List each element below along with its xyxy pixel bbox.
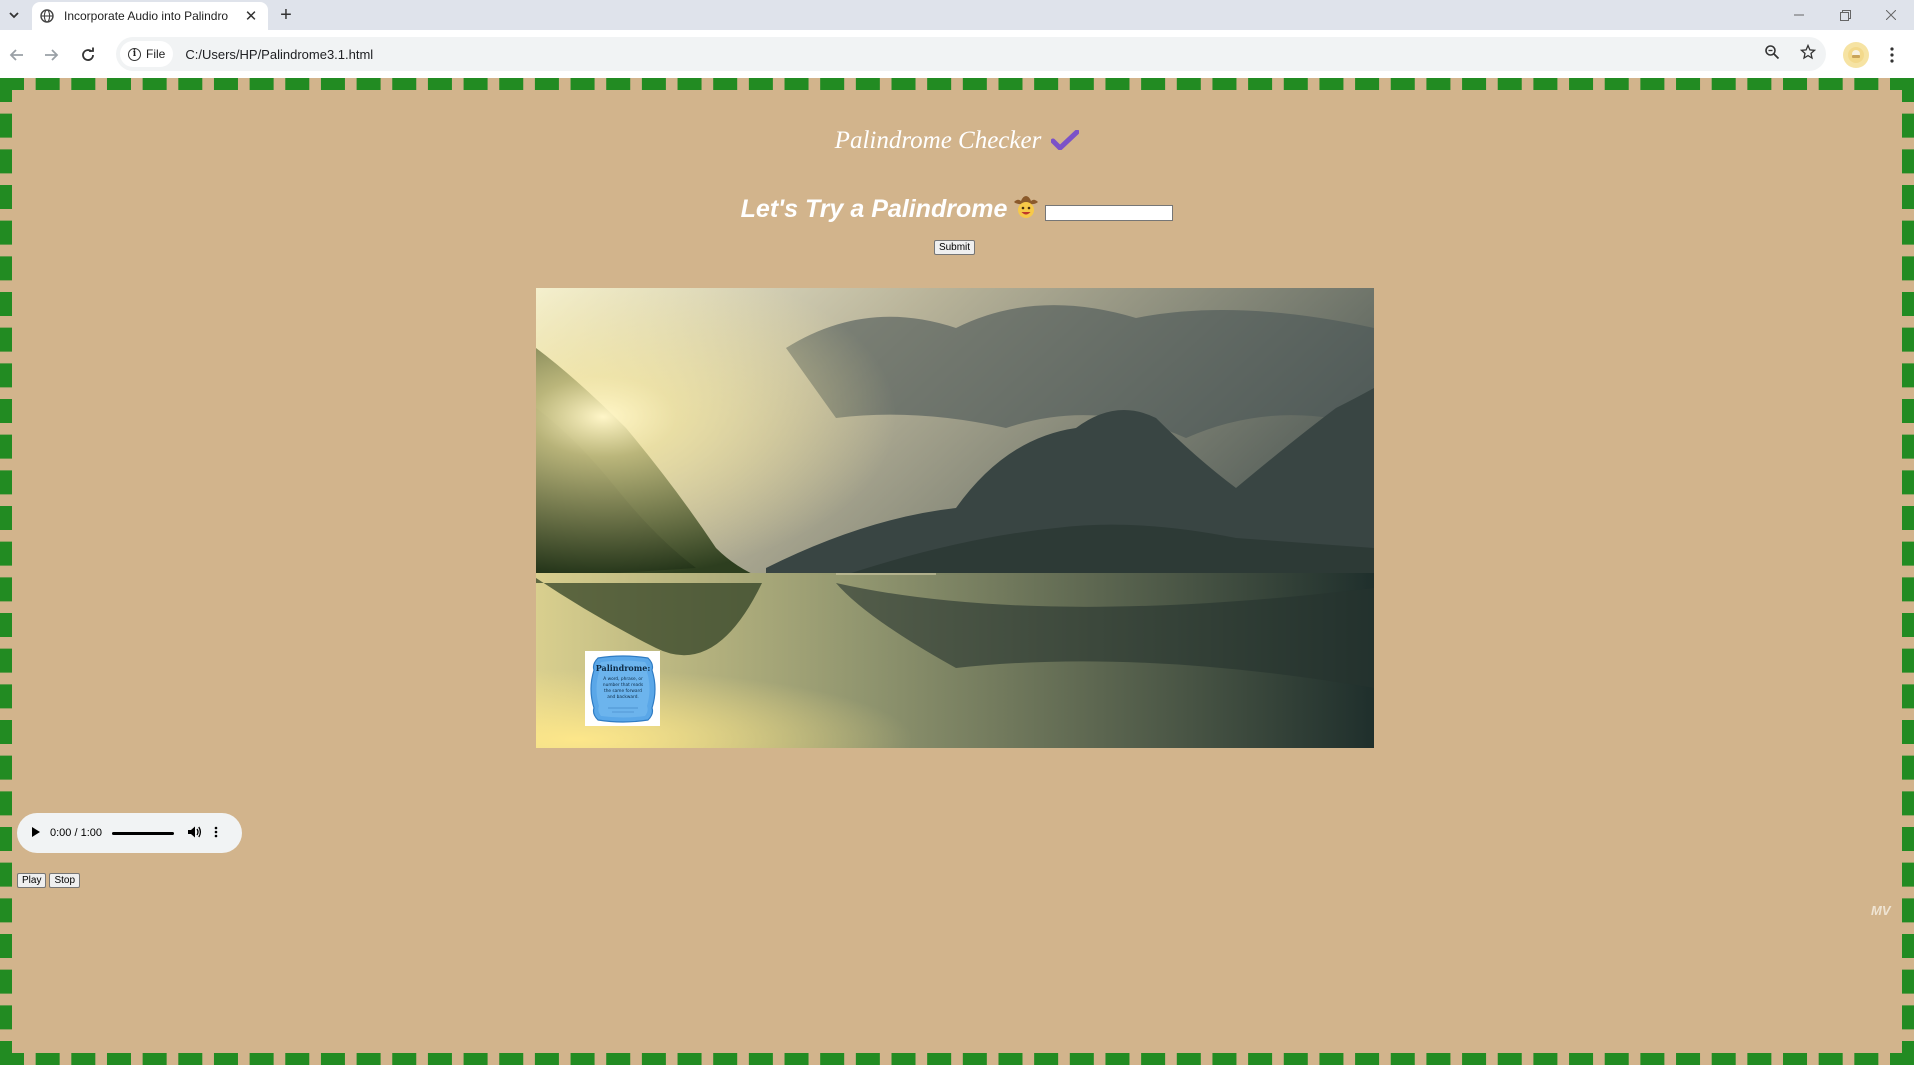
- minimize-button[interactable]: [1776, 0, 1822, 30]
- page-title-text: Palindrome Checker: [834, 127, 1042, 154]
- stop-button[interactable]: Stop: [49, 873, 81, 888]
- play-button[interactable]: Play: [17, 873, 47, 888]
- address-bar[interactable]: i File C:/Users/HP/Palindrome3.1.html: [116, 37, 1826, 71]
- audio-play-icon[interactable]: [31, 826, 40, 840]
- new-tab-button[interactable]: +: [274, 3, 298, 27]
- restore-button[interactable]: [1822, 0, 1868, 30]
- audio-progress-slider[interactable]: [112, 831, 174, 835]
- profile-avatar-icon[interactable]: [1843, 42, 1869, 68]
- tab-title: Incorporate Audio into Palindro: [64, 9, 229, 23]
- minimize-icon: [1794, 14, 1804, 16]
- page-title: Palindrome Checker: [0, 127, 1914, 157]
- address-bar-actions: [1760, 40, 1900, 64]
- star-icon[interactable]: [1796, 40, 1820, 64]
- arrow-right-icon: [45, 49, 59, 61]
- tab-strip: Incorporate Audio into Palindro ✕ +: [0, 0, 1914, 30]
- audio-player[interactable]: 0:00 / 1:00: [17, 813, 242, 853]
- restore-icon: [1839, 9, 1851, 21]
- tab-close-icon[interactable]: ✕: [242, 7, 260, 25]
- tab-search-chevron-down-icon[interactable]: [2, 3, 26, 27]
- forward-button[interactable]: [38, 42, 64, 68]
- audio-control-buttons: Play Stop: [17, 873, 81, 888]
- kebab-menu-icon[interactable]: [1880, 42, 1904, 68]
- close-window-button[interactable]: [1868, 0, 1914, 30]
- arrow-left-icon: [9, 49, 23, 61]
- globe-icon: [40, 9, 54, 23]
- page-viewport: Palindrome Checker Let's Try a Palindrom…: [0, 78, 1914, 1065]
- reload-icon: [82, 47, 94, 61]
- volume-icon[interactable]: [188, 826, 202, 841]
- chevron-down-icon: [9, 12, 19, 19]
- author-initials: MV: [1871, 903, 1891, 918]
- site-chip-label: File: [146, 47, 166, 61]
- check-mark-icon: [1050, 129, 1080, 157]
- cowboy-emoji-icon: [1013, 195, 1039, 224]
- card-text-line: and backward.: [607, 694, 639, 700]
- card-text-line: number that reads: [602, 682, 643, 688]
- try-heading: Let's Try a Palindrome: [740, 195, 1008, 223]
- palindrome-input[interactable]: [1045, 204, 1174, 221]
- landscape-image: Palindrome: A word, phrase, or number th…: [536, 288, 1374, 748]
- try-palindrome-row: Let's Try a Palindrome: [0, 195, 1914, 224]
- site-info-chip[interactable]: i File: [120, 41, 174, 67]
- window-controls: [1776, 0, 1914, 30]
- audio-more-options-icon[interactable]: [214, 826, 218, 841]
- submit-button[interactable]: Submit: [934, 240, 975, 255]
- active-tab[interactable]: Incorporate Audio into Palindro ✕: [32, 2, 268, 30]
- card-text-line: A word, phrase, or: [603, 676, 643, 682]
- card-heading: Palindrome:: [595, 663, 650, 673]
- palindrome-definition-card: Palindrome: A word, phrase, or number th…: [585, 651, 660, 726]
- card-text-line: the same forward: [604, 688, 642, 694]
- close-icon: [1886, 10, 1896, 20]
- reload-button[interactable]: [75, 42, 101, 68]
- audio-time: 0:00 / 1:00: [50, 827, 102, 839]
- url-text[interactable]: C:/Users/HP/Palindrome3.1.html: [185, 47, 373, 62]
- browser-toolbar: i File C:/Users/HP/Palindrome3.1.html: [0, 30, 1914, 78]
- info-icon: i: [128, 47, 141, 61]
- back-button[interactable]: [4, 42, 30, 68]
- zoom-icon[interactable]: [1760, 40, 1784, 64]
